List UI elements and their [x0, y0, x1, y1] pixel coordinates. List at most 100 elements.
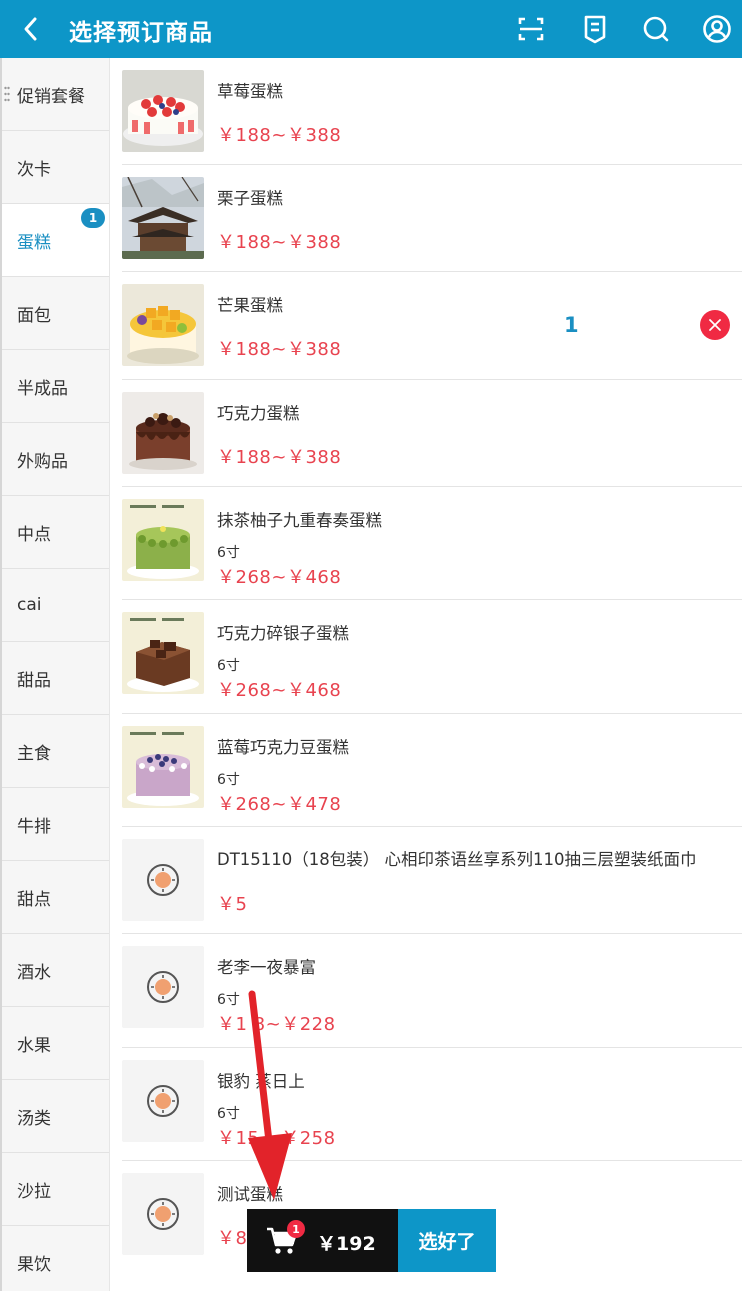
product-item[interactable]: 蓝莓巧克力豆蛋糕 6寸 ￥268~￥478	[122, 714, 742, 827]
sidebar-item-cake[interactable]: 蛋糕 1	[2, 204, 109, 277]
sidebar-item-fruit[interactable]: 水果	[2, 1007, 109, 1080]
sidebar-item-steak[interactable]: 牛排	[2, 788, 109, 861]
sidebar-item-cai[interactable]: cai	[2, 569, 109, 642]
sidebar-item-label: 半成品	[17, 378, 68, 399]
product-name: 蓝莓巧克力豆蛋糕	[217, 738, 349, 757]
sidebar-item-bread[interactable]: 面包	[2, 277, 109, 350]
sidebar-item-label: 甜品	[17, 670, 51, 691]
product-price: ￥1 8~￥228	[217, 1014, 336, 1035]
sidebar-item-label: 面包	[17, 305, 51, 326]
matcha-cake-image	[122, 499, 204, 581]
cookie-placeholder-icon	[147, 1085, 179, 1117]
product-item[interactable]: 银豹 蒸日上 6寸 ￥15 ~￥258	[122, 1048, 742, 1161]
sidebar-item-drinks[interactable]: 酒水	[2, 934, 109, 1007]
product-image-placeholder	[122, 1173, 204, 1255]
product-spec: 6寸	[217, 992, 240, 1008]
product-item[interactable]: 抹茶柚子九重春奏蛋糕 6寸 ￥268~￥468	[122, 487, 742, 600]
product-name: 栗子蛋糕	[217, 189, 283, 208]
product-price: ￥268~￥468	[217, 680, 342, 701]
product-name: 抹茶柚子九重春奏蛋糕	[217, 511, 382, 530]
chocolate-cake-image	[122, 392, 204, 474]
product-item[interactable]: 巧克力蛋糕 ￥188~￥388	[122, 380, 742, 487]
cart-bar: 1 ￥192 选好了	[247, 1209, 496, 1272]
product-spec: 6寸	[217, 1106, 240, 1122]
blueberry-cake-image	[122, 726, 204, 808]
product-item[interactable]: 芒果蛋糕 ￥188~￥388	[122, 272, 742, 380]
sidebar-item-card[interactable]: 次卡	[2, 131, 109, 204]
product-price: ￥8	[217, 1228, 248, 1249]
order-list-button[interactable]	[578, 12, 612, 46]
sidebar-item-semi-finished[interactable]: 半成品	[2, 350, 109, 423]
user-icon	[703, 15, 731, 43]
sidebar-item-label: 外购品	[17, 451, 68, 472]
product-name: 老李一夜暴富	[217, 958, 316, 977]
sidebar-item-staple[interactable]: 主食	[2, 715, 109, 788]
product-price: ￥268~￥468	[217, 567, 342, 588]
scan-button[interactable]	[514, 12, 548, 46]
sidebar-item-label: 次卡	[17, 159, 51, 180]
product-item[interactable]: 草莓蛋糕 ￥188~￥388	[122, 58, 742, 165]
product-image	[122, 284, 204, 366]
sidebar-item-dessert[interactable]: 甜品	[2, 642, 109, 715]
product-image-placeholder	[122, 946, 204, 1028]
product-spec: 6寸	[217, 658, 240, 674]
product-image	[122, 70, 204, 152]
strawberry-cake-image	[122, 70, 204, 152]
product-price: ￥188~￥388	[217, 125, 342, 146]
product-name: 草莓蛋糕	[217, 82, 283, 101]
item-quantity: 1	[564, 313, 579, 337]
product-spec: 6寸	[217, 545, 240, 561]
sidebar-item-salad[interactable]: 沙拉	[2, 1153, 109, 1226]
product-name: 芒果蛋糕	[217, 296, 283, 315]
sidebar-item-label: 主食	[17, 743, 51, 764]
back-button[interactable]	[14, 12, 48, 46]
product-price: ￥188~￥388	[217, 447, 342, 468]
product-name: 银豹 蒸日上	[217, 1072, 305, 1091]
product-item[interactable]: 栗子蛋糕 ￥188~￥388	[122, 165, 742, 272]
search-button[interactable]	[639, 12, 673, 46]
sidebar-item-label: 甜点	[17, 889, 51, 910]
sidebar-item-label: 蛋糕	[17, 232, 51, 253]
category-count-badge: 1	[81, 208, 105, 228]
product-image	[122, 177, 204, 259]
sidebar-item-promo[interactable]: 促销套餐	[2, 58, 109, 131]
cookie-placeholder-icon	[147, 971, 179, 1003]
sidebar-item-dim-sum[interactable]: 中点	[2, 496, 109, 569]
product-price: ￥15 ~￥258	[217, 1128, 336, 1149]
product-price: ￥268~￥478	[217, 794, 342, 815]
sidebar-item-label: 酒水	[17, 962, 51, 983]
sidebar-item-label: 果饮	[17, 1254, 51, 1275]
sidebar-item-soup[interactable]: 汤类	[2, 1080, 109, 1153]
product-image-placeholder	[122, 1060, 204, 1142]
product-name: DT15110（18包装） 心相印茶语丝享系列110抽三层塑装纸面巾	[217, 850, 697, 869]
sidebar-item-label: 沙拉	[17, 1181, 51, 1202]
product-list: 草莓蛋糕 ￥188~￥388 栗子蛋糕 ￥188~￥388 芒果蛋糕 ￥188~…	[110, 58, 742, 1291]
product-item[interactable]: 老李一夜暴富 6寸 ￥1 8~￥228	[122, 934, 742, 1048]
product-name: 巧克力蛋糕	[217, 404, 300, 423]
product-image	[122, 499, 204, 581]
remove-item-button[interactable]	[700, 310, 730, 340]
sidebar-item-purchased[interactable]: 外购品	[2, 423, 109, 496]
sidebar-item-sweets[interactable]: 甜点	[2, 861, 109, 934]
product-image	[122, 392, 204, 474]
category-sidebar: 促销套餐 次卡 蛋糕 1 面包 半成品 外购品 中点 cai 甜品 主食 牛排 …	[0, 58, 110, 1291]
checkout-button[interactable]: 选好了	[398, 1209, 496, 1272]
scan-icon	[518, 17, 544, 41]
back-icon	[24, 17, 37, 41]
cart-total: ￥192	[317, 1233, 376, 1255]
product-item[interactable]: 巧克力碎银子蛋糕 6寸 ￥268~￥468	[122, 600, 742, 714]
cart-count-badge: 1	[287, 1220, 305, 1238]
cart-summary[interactable]: 1 ￥192	[247, 1209, 398, 1272]
user-button[interactable]	[700, 12, 734, 46]
cookie-placeholder-icon	[147, 864, 179, 896]
sidebar-item-label: 汤类	[17, 1108, 51, 1129]
top-header: 选择预订商品	[0, 0, 742, 58]
product-item[interactable]: DT15110（18包装） 心相印茶语丝享系列110抽三层塑装纸面巾 ￥5	[122, 827, 742, 934]
sidebar-item-label: 促销套餐	[17, 86, 85, 107]
sidebar-item-label: cai	[17, 595, 42, 615]
product-price: ￥188~￥388	[217, 232, 342, 253]
sidebar-item-juice[interactable]: 果饮	[2, 1226, 109, 1291]
product-image	[122, 726, 204, 808]
product-image	[122, 612, 204, 694]
product-price: ￥5	[217, 894, 248, 915]
